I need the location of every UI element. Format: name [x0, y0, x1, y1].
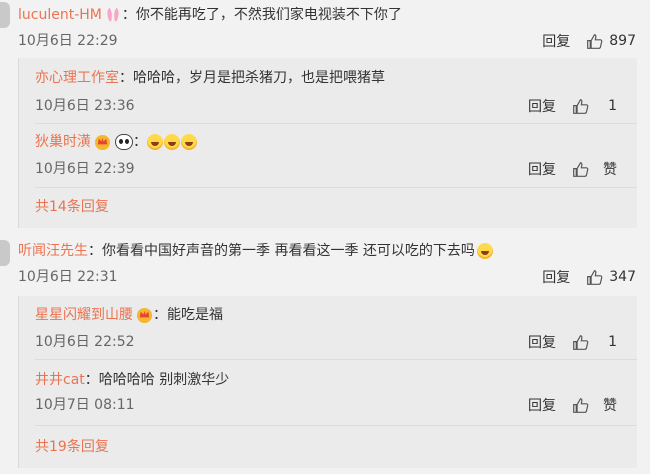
like-count: 897 — [609, 33, 636, 49]
reply-time: 10月7日 08:11 — [35, 397, 135, 413]
like-button[interactable]: 1 — [572, 334, 617, 351]
comment-username[interactable]: luculent-HM — [18, 7, 102, 23]
reply-button[interactable]: 回复 — [528, 159, 556, 179]
reply-text: 哈哈哈，岁月是把杀猪刀，也是把喂猪草 — [133, 70, 385, 86]
reply-meta: 10月7日 08:11 回复 赞 — [35, 394, 617, 416]
divider — [35, 187, 637, 188]
reply-actions: 回复 赞 — [528, 394, 617, 416]
like-count: 1 — [608, 98, 617, 114]
comment-item: 听闻汪先生：你看看中国好声音的第一季 再看看这一季 还可以吃的下去吗 10月6日… — [0, 236, 650, 474]
bunny-ears-icon — [105, 7, 122, 24]
thumbs-up-icon — [573, 397, 589, 413]
reply-item: 星星闪耀到山腰 ：能吃是福 10月6日 22:52 回复 1 — [19, 296, 637, 360]
reply-button[interactable]: 回复 — [528, 395, 556, 415]
panda-icon — [115, 134, 133, 150]
reply-actions: 回复 赞 — [528, 158, 617, 180]
reply-button[interactable]: 回复 — [542, 31, 570, 51]
reply-button[interactable]: 回复 — [542, 267, 570, 287]
crown-badge-icon — [136, 307, 153, 324]
comment-thread-page: luculent-HM ：你不能再吃了，不然我们家电视装不下你了 10月6日 22… — [0, 0, 650, 474]
comment-text: 你看看中国好声音的第一季 再看看这一季 还可以吃的下去吗 — [102, 243, 475, 259]
reply-main-line: 亦心理工作室：哈哈哈，岁月是把杀猪刀，也是把喂猪草 — [35, 68, 385, 88]
reply-time: 10月6日 23:36 — [35, 98, 135, 114]
thumbs-up-icon — [573, 161, 589, 177]
reply-item: 亦心理工作室：哈哈哈，岁月是把杀猪刀，也是把喂猪草 10月6日 23:36 回复… — [19, 58, 637, 124]
avatar[interactable] — [0, 2, 10, 28]
like-count: 赞 — [603, 398, 617, 414]
reply-meta: 10月6日 22:39 回复 赞 — [35, 158, 617, 180]
reply-item: 井井cat：哈哈哈哈 别刺激华少 10月7日 08:11 回复 赞 — [19, 360, 637, 426]
crown-badge-icon — [94, 134, 111, 151]
reply-username[interactable]: 狄巢时潢 — [35, 132, 91, 152]
comment-main-line: luculent-HM ：你不能再吃了，不然我们家电视装不下你了 — [18, 7, 402, 24]
reply-time: 10月6日 22:52 — [35, 334, 135, 350]
like-button[interactable]: 赞 — [572, 159, 617, 179]
reply-username[interactable]: 井井cat — [35, 370, 85, 390]
comment-text: 你不能再吃了，不然我们家电视装不下你了 — [135, 7, 402, 23]
comment-actions: 回复 897 — [542, 30, 636, 52]
reply-meta: 10月6日 23:36 回复 1 — [35, 95, 617, 117]
comment-actions: 回复 347 — [542, 266, 636, 288]
comment-meta: 10月6日 22:29 回复 897 — [18, 30, 636, 52]
reply-text: 能吃是福 — [167, 307, 223, 323]
comment-time: 10月6日 22:31 — [18, 269, 118, 285]
thumbs-up-icon — [573, 334, 589, 350]
reply-item: 狄巢时潢 ： 10月6日 22:39 回复 赞 — [19, 124, 637, 188]
thumbs-up-icon — [587, 269, 603, 285]
thumbs-up-icon — [587, 33, 603, 49]
reply-time: 10月6日 22:39 — [35, 161, 135, 177]
reply-actions: 回复 1 — [528, 331, 617, 353]
replies-panel: 亦心理工作室：哈哈哈，岁月是把杀猪刀，也是把喂猪草 10月6日 23:36 回复… — [18, 58, 637, 228]
reply-main-line: 井井cat：哈哈哈哈 别刺激华少 — [35, 370, 230, 390]
reply-username[interactable]: 亦心理工作室 — [35, 68, 119, 88]
laughing-tears-emoji — [181, 134, 197, 150]
replies-panel: 星星闪耀到山腰 ：能吃是福 10月6日 22:52 回复 1 井井cat ： 哈… — [18, 296, 637, 468]
more-replies-link[interactable]: 共14条回复 — [35, 197, 109, 217]
laughing-tears-emoji — [164, 134, 180, 150]
like-button[interactable]: 897 — [586, 33, 636, 50]
like-count: 1 — [608, 334, 617, 350]
reply-actions: 回复 1 — [528, 95, 617, 117]
reply-main-line: 星星闪耀到山腰 ：能吃是福 — [35, 305, 223, 325]
reply-meta: 10月6日 22:52 回复 1 — [35, 331, 617, 353]
reply-username[interactable]: 星星闪耀到山腰 — [35, 305, 133, 325]
comment-item: luculent-HM ：你不能再吃了，不然我们家电视装不下你了 10月6日 22… — [0, 0, 650, 230]
more-replies-link[interactable]: 共19条回复 — [35, 437, 109, 457]
reply-text: 哈哈哈哈 别刺激华少 — [98, 372, 230, 388]
divider — [35, 425, 637, 426]
thumbs-up-icon — [573, 98, 589, 114]
reply-button[interactable]: 回复 — [528, 332, 556, 352]
reply-button[interactable]: 回复 — [528, 96, 556, 116]
comment-username[interactable]: 听闻汪先生 — [18, 243, 88, 259]
like-button[interactable]: 347 — [586, 269, 636, 286]
laughing-tears-emoji — [476, 243, 493, 259]
laughing-tears-emoji — [147, 134, 163, 150]
like-button[interactable]: 1 — [572, 98, 617, 115]
like-button[interactable]: 赞 — [572, 395, 617, 415]
like-count: 347 — [609, 269, 636, 285]
comment-meta: 10月6日 22:31 回复 347 — [18, 266, 636, 288]
avatar[interactable] — [0, 240, 10, 266]
comment-time: 10月6日 22:29 — [18, 33, 118, 49]
reply-main-line: 狄巢时潢 ： — [35, 132, 198, 152]
comment-main-line: 听闻汪先生：你看看中国好声音的第一季 再看看这一季 还可以吃的下去吗 — [18, 241, 494, 261]
like-count: 赞 — [603, 162, 617, 178]
